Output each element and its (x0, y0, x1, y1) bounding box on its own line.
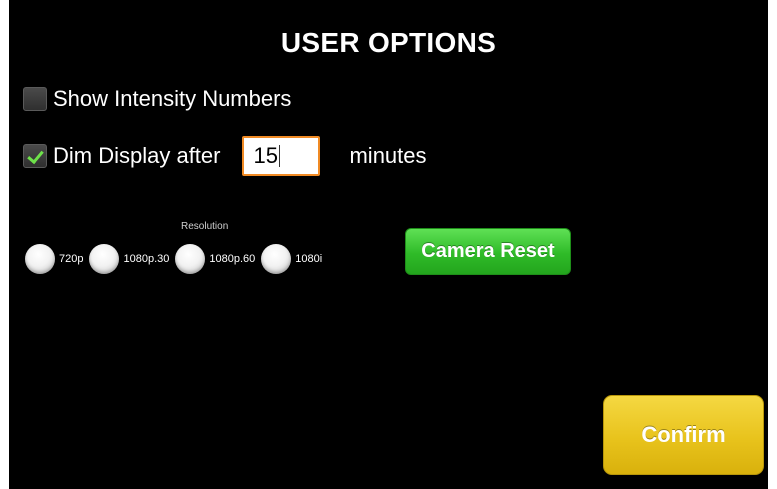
radio-label: 1080p.30 (123, 253, 170, 265)
resolution-option-720p[interactable]: 720p (25, 244, 83, 274)
dim-display-label: Dim Display after (53, 143, 221, 168)
resolution-title: Resolution (181, 221, 229, 232)
radio-button[interactable] (25, 244, 55, 274)
dim-minutes-input[interactable]: 15 (242, 136, 321, 176)
confirm-button[interactable]: Confirm (603, 395, 764, 475)
resolution-option-1080i[interactable]: 1080i (261, 244, 322, 274)
dim-display-checkbox[interactable] (23, 144, 47, 168)
show-intensity-label: Show Intensity Numbers (53, 86, 292, 111)
user-options-screen: USER OPTIONS Show Intensity Numbers Dim … (9, 0, 768, 489)
resolution-option-1080p60[interactable]: 1080p.60 (175, 244, 255, 274)
radio-label: 720p (59, 253, 84, 265)
camera-reset-button[interactable]: Camera Reset (405, 228, 571, 275)
text-caret (278, 145, 280, 167)
show-intensity-row[interactable]: Show Intensity Numbers (23, 86, 291, 112)
radio-button[interactable] (261, 244, 292, 274)
minutes-unit-label: minutes (349, 143, 427, 168)
dim-minutes-value: 15 (253, 143, 278, 168)
resolution-option-1080p30[interactable]: 1080p.30 (89, 244, 169, 274)
radio-label: 1080i (295, 253, 323, 265)
show-intensity-checkbox[interactable] (23, 87, 47, 111)
radio-button[interactable] (89, 244, 120, 274)
page-title: USER OPTIONS (280, 27, 497, 58)
resolution-radio-group: 720p 1080p.30 1080p.60 1080i (25, 244, 328, 274)
radio-button[interactable] (175, 244, 206, 274)
radio-label: 1080p.60 (209, 253, 256, 265)
dim-display-row: Dim Display after 15 minutes (23, 136, 427, 176)
